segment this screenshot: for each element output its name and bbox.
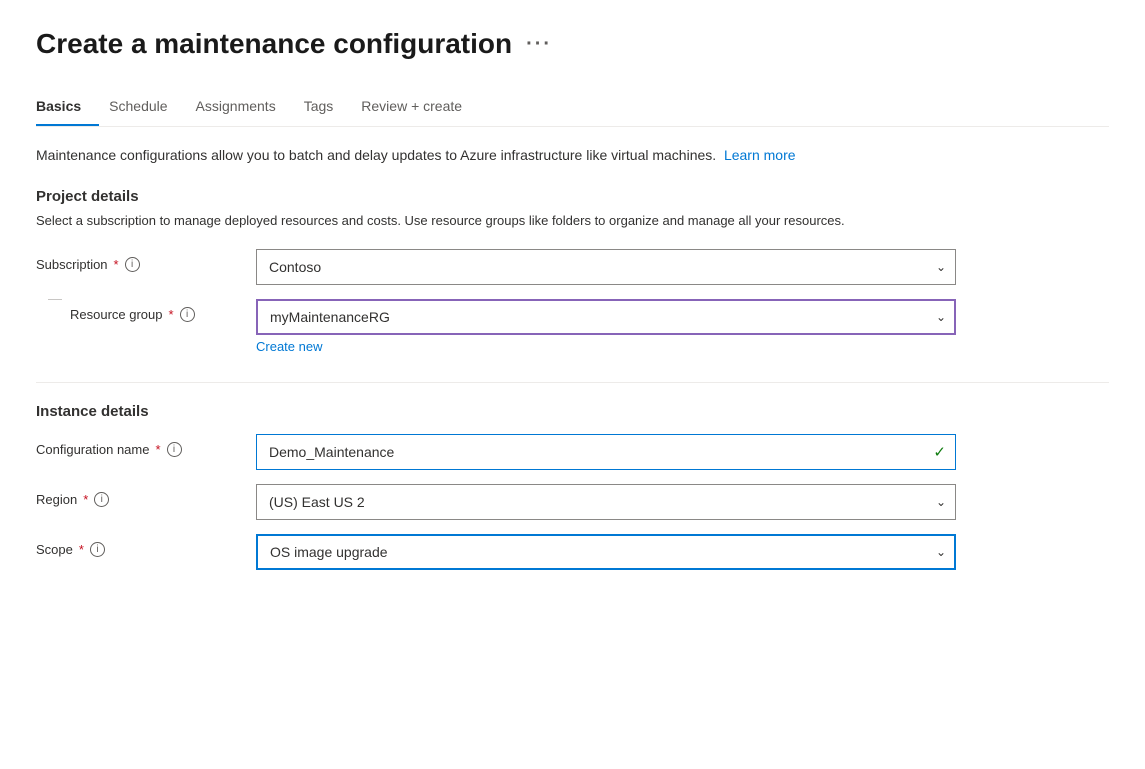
config-name-input[interactable] — [256, 434, 956, 470]
resource-group-required: * — [169, 307, 174, 322]
tab-assignments[interactable]: Assignments — [196, 88, 294, 126]
resource-group-label: Resource group — [70, 307, 163, 322]
tab-schedule[interactable]: Schedule — [109, 88, 185, 126]
region-dropdown[interactable]: (US) East US 2 — [256, 484, 956, 520]
instance-details-section: Instance details Configuration name * i … — [36, 403, 1109, 570]
scope-required: * — [79, 542, 84, 557]
scope-info-icon[interactable]: i — [90, 542, 105, 557]
config-name-required: * — [155, 442, 160, 457]
subscription-required: * — [114, 257, 119, 272]
project-details-desc: Select a subscription to manage deployed… — [36, 211, 1109, 231]
region-info-icon[interactable]: i — [94, 492, 109, 507]
subscription-control: Contoso ⌄ — [256, 249, 956, 285]
config-name-input-wrapper: ✓ — [256, 434, 956, 470]
scope-row: Scope * i OS image upgrade ⌄ — [36, 534, 1109, 570]
region-control: (US) East US 2 ⌄ — [256, 484, 956, 520]
learn-more-link[interactable]: Learn more — [724, 147, 796, 163]
config-name-row: Configuration name * i ✓ — [36, 434, 1109, 470]
subscription-label: Subscription — [36, 257, 108, 272]
resource-group-dropdown-wrapper: myMaintenanceRG ⌄ — [256, 299, 956, 335]
resource-group-info-icon[interactable]: i — [180, 307, 195, 322]
scope-control: OS image upgrade ⌄ — [256, 534, 956, 570]
region-required: * — [83, 492, 88, 507]
resource-group-dropdown[interactable]: myMaintenanceRG — [256, 299, 956, 335]
config-name-info-icon[interactable]: i — [167, 442, 182, 457]
region-label: Region — [36, 492, 77, 507]
project-details-section: Project details Select a subscription to… — [36, 188, 1109, 354]
scope-label: Scope — [36, 542, 73, 557]
subscription-row: Subscription * i Contoso ⌄ — [36, 249, 1109, 285]
section-divider — [36, 382, 1109, 383]
region-row: Region * i (US) East US 2 ⌄ — [36, 484, 1109, 520]
page-title: Create a maintenance configuration — [36, 28, 512, 60]
tab-basics[interactable]: Basics — [36, 88, 99, 126]
tab-review-create[interactable]: Review + create — [361, 88, 480, 126]
resource-group-control: myMaintenanceRG ⌄ Create new — [256, 299, 956, 354]
tab-tags[interactable]: Tags — [304, 88, 352, 126]
description-text: Maintenance configurations allow you to … — [36, 145, 1109, 166]
scope-dropdown-wrapper: OS image upgrade ⌄ — [256, 534, 956, 570]
tabs-nav: Basics Schedule Assignments Tags Review … — [36, 88, 1109, 127]
resource-group-row: Resource group * i myMaintenanceRG ⌄ Cre… — [36, 299, 1109, 354]
subscription-dropdown-wrapper: Contoso ⌄ — [256, 249, 956, 285]
config-name-control: ✓ — [256, 434, 956, 470]
instance-details-title: Instance details — [36, 403, 1109, 420]
more-options-icon[interactable]: ··· — [526, 33, 552, 56]
subscription-dropdown[interactable]: Contoso — [256, 249, 956, 285]
config-name-label: Configuration name — [36, 442, 149, 457]
create-new-link[interactable]: Create new — [256, 339, 322, 354]
region-dropdown-wrapper: (US) East US 2 ⌄ — [256, 484, 956, 520]
indent-connector — [36, 310, 64, 318]
scope-dropdown[interactable]: OS image upgrade — [256, 534, 956, 570]
config-name-check-icon: ✓ — [933, 443, 946, 461]
subscription-info-icon[interactable]: i — [125, 257, 140, 272]
project-details-title: Project details — [36, 188, 1109, 205]
